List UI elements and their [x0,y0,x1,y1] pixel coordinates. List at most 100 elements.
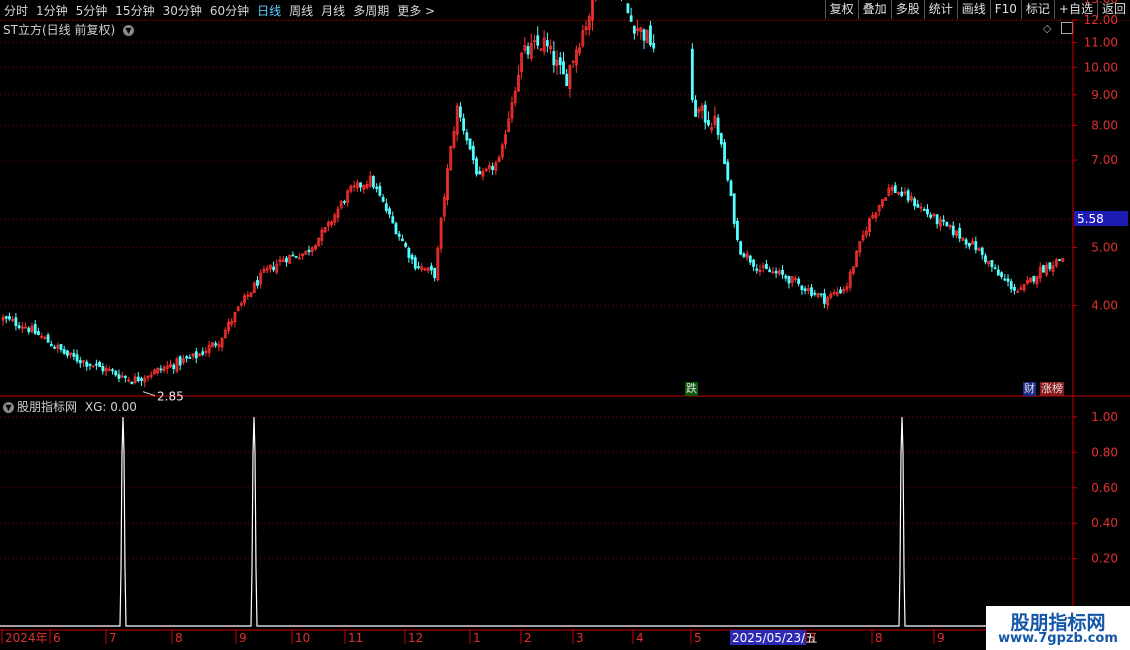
candle-body [291,254,295,257]
time-tick-label: 1 [473,631,481,645]
chart-grid [0,19,1130,630]
candle-body [394,223,398,235]
candle-body [755,268,759,271]
candle-body [140,378,143,381]
candle-body [752,259,755,267]
time-tick-label: 9 [239,631,247,645]
watermark-logo: 股朋指标网 www.7gpzb.com [986,606,1130,650]
current-price-label: 5.58 [1077,212,1104,226]
candlestick-chart[interactable]: 15.262.85 1 4.00 13.00 12.00 11.00 10.00 9.00 8… [0,0,1130,650]
candle-body [913,198,917,207]
candle-body [926,209,929,215]
candle-body [996,269,1000,276]
indicator-title-row: ▼ 股朋指标网 XG: 0.00 [3,398,137,415]
candle-body [958,227,962,239]
candle-body [768,269,772,273]
candle-body [33,323,37,334]
time-tick-label: 4 [636,631,644,645]
time-tick-label: 6 [53,631,61,645]
candle-body [990,260,994,268]
candle-body [951,225,955,236]
candle-body [75,354,79,362]
candle-body [984,255,987,263]
price-tick-label: 10.00 [1084,60,1118,74]
candle-body [906,190,910,201]
candle-body [839,289,842,294]
candle-body [632,25,636,34]
candle-body [294,256,298,258]
candle-body [285,257,288,263]
candle-body [471,145,475,161]
candle-body [88,363,92,366]
candle-body [188,357,192,359]
price-tick-label: 8.00 [1091,118,1118,132]
candle-body [1013,286,1016,291]
price-tick-label: 11.00 [1084,36,1118,50]
price-tick-label: 5.00 [1091,241,1118,255]
candle-body [59,344,63,350]
die-badge[interactable]: 跌 [685,382,698,396]
candle-body [404,243,408,247]
candle-body [935,214,939,225]
price-tick-label: 7.00 [1091,153,1118,167]
candle-body [372,176,375,188]
candle-body [98,361,102,367]
candle-body [410,254,414,260]
candle-body [4,316,8,319]
candle-body [178,356,182,366]
candle-body [732,193,736,224]
candle-body [922,208,926,211]
candle-body [819,293,823,296]
candle-body [413,257,417,269]
candle-body [214,343,218,346]
candle-body [381,196,385,202]
candle-body [72,353,76,357]
candle-body [649,25,652,46]
time-tick-label: 8 [175,631,183,645]
candle-body [375,186,379,190]
candle-body [62,349,66,354]
zhangbang-badge[interactable]: 涨榜 [1040,382,1064,396]
time-tick-label: 10 [295,631,310,645]
candle-body [726,161,730,181]
candle-body [545,40,549,47]
candle-body [378,185,382,196]
candle-body [1032,276,1036,282]
candle-body [742,253,746,257]
time-tick-label: 7 [809,631,817,645]
candle-body [719,133,723,145]
indicator-value: XG: 0.00 [84,400,137,414]
candle-body [707,120,710,126]
candle-body [475,158,478,175]
candle-body [185,356,189,359]
candle-body [1042,265,1045,273]
candle-body [642,29,646,41]
candle-body [462,118,466,132]
candle-body [765,263,768,270]
candle-body [117,374,121,379]
candle-body [900,191,904,197]
candle-body [739,241,743,255]
candle-body [407,247,411,258]
candle-body [893,185,897,194]
candle-body [626,3,630,13]
candle-body [388,208,391,215]
chevron-down-icon[interactable]: ▼ [3,402,14,413]
candle-body [916,204,920,208]
candle-body [430,265,433,271]
candle-body [256,280,259,286]
indicator-tick-label: 1.00 [1091,410,1118,424]
candle-body [194,351,198,359]
time-tick-label: 3 [576,631,584,645]
candle-body [748,255,752,263]
indicator-tick-label: 0.60 [1091,481,1118,495]
candle-body [993,267,997,270]
candle-body [201,351,205,355]
candle-body [465,132,469,141]
candle-body [172,364,176,370]
cai-badge[interactable]: 财 [1023,382,1036,396]
candle-body [272,266,275,271]
candle-body [307,249,311,253]
candle-body [813,292,817,295]
candle-body [967,242,971,247]
